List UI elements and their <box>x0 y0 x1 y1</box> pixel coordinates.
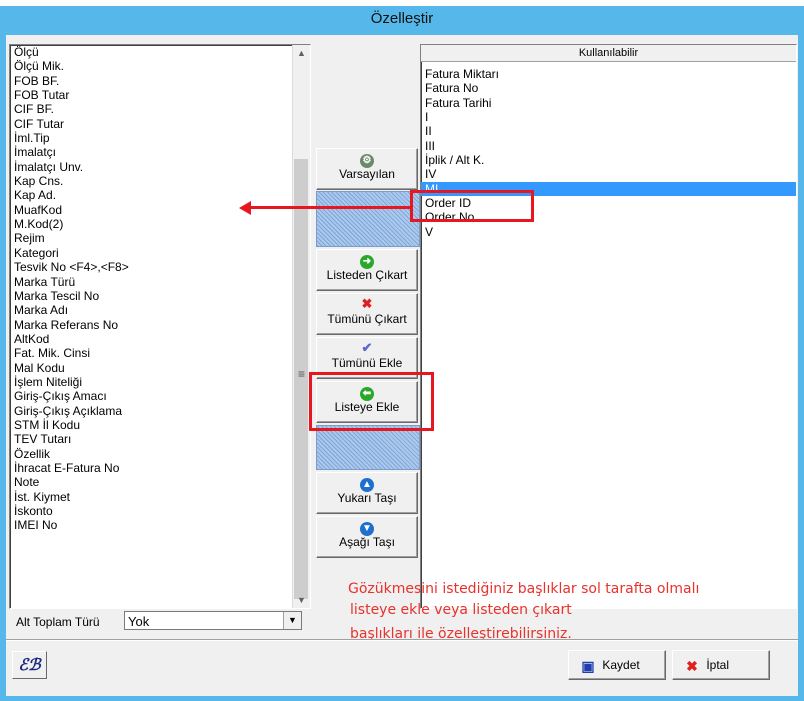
visible-column-item[interactable]: M.Kod(2) <box>10 217 310 231</box>
chevron-down-icon[interactable]: ▼ <box>283 612 301 629</box>
visible-columns-list[interactable]: Ölçü Ölçü Mik. FOB BF. FOB Tutar CIF BF. CIF … <box>9 44 311 609</box>
visible-column-item[interactable]: Rejim <box>10 231 310 245</box>
arrow-left-icon <box>239 201 251 215</box>
window-client: Ölçü Ölçü Mik. FOB BF. FOB Tutar CIF BF. CIF … <box>6 35 798 696</box>
customize-window: Özelleştir Ölçü Ölçü Mik. FOB BF. FOB Tutar… <box>0 6 804 701</box>
available-column-item[interactable]: I <box>421 110 796 124</box>
gear-icon: ⚙ <box>317 149 417 168</box>
visible-column-item[interactable]: Marka Adı <box>10 303 310 317</box>
save-button[interactable]: ▣ Kaydet <box>568 650 666 680</box>
move-up-label: Yukarı Taşı <box>337 491 397 505</box>
scroll-up-icon[interactable]: ▲ <box>293 45 310 61</box>
visible-column-item[interactable]: CIF Tutar <box>10 117 310 131</box>
scroll-grip-icon: ≡ <box>297 367 305 381</box>
remove-from-list-button[interactable]: ➜ Listeden Çıkart <box>316 249 418 291</box>
available-column-item[interactable]: Fatura Tarihi <box>421 96 796 110</box>
visible-column-item[interactable]: Marka Türü <box>10 275 310 289</box>
visible-column-item[interactable]: TEV Tutarı <box>10 432 310 446</box>
window-title: Özelleştir <box>370 10 434 27</box>
dialog-footer: ℰℬ ▣ Kaydet ✖ İptal <box>6 640 798 697</box>
visible-column-item[interactable]: FOB BF. <box>10 74 310 88</box>
visible-column-item[interactable]: İhracat E-Fatura No <box>10 461 310 475</box>
visible-column-item[interactable]: Giriş-Çıkış Açıklama <box>10 404 310 418</box>
eb-logo-icon[interactable]: ℰℬ <box>12 651 47 679</box>
visible-column-item[interactable]: CIF BF. <box>10 102 310 116</box>
save-icon: ▣ <box>581 657 595 674</box>
subtotal-select[interactable]: Yok ▼ <box>124 611 302 630</box>
x-icon: ✖ <box>686 657 698 674</box>
move-down-button[interactable]: ▼ Aşağı Taşı <box>316 516 418 558</box>
available-column-item[interactable]: Fatura No <box>421 81 796 95</box>
visible-column-item[interactable]: İmalatçı Unv. <box>10 160 310 174</box>
left-list-scrollbar[interactable]: ▲ ≡ ▼ <box>292 45 310 608</box>
visible-column-item[interactable]: İskonto <box>10 504 310 518</box>
available-column-item[interactable]: II <box>421 124 796 138</box>
defaults-label: Varsayılan <box>339 167 395 181</box>
visible-column-item[interactable]: Tesvik No <F4>,<F8> <box>10 260 310 274</box>
visible-column-item[interactable]: İmalatçı <box>10 145 310 159</box>
move-down-label: Aşağı Taşı <box>339 535 395 549</box>
available-column-item[interactable]: Fatura Miktarı <box>421 67 796 81</box>
spacer-panel <box>316 425 420 470</box>
arrow-right-icon: ➜ <box>317 250 417 269</box>
visible-column-item[interactable]: İml.Tip <box>10 131 310 145</box>
visible-column-item[interactable]: Kap Cns. <box>10 174 310 188</box>
available-column-item[interactable]: V <box>421 225 796 239</box>
checkmark-icon: ✔ <box>361 340 373 355</box>
subtotal-value: Yok <box>128 614 150 629</box>
move-up-button[interactable]: ▲ Yukarı Taşı <box>316 472 418 514</box>
visible-column-item[interactable]: Marka Referans No <box>10 318 310 332</box>
visible-column-item[interactable]: Note <box>10 475 310 489</box>
visible-column-item[interactable]: Marka Tescil No <box>10 289 310 303</box>
visible-column-item[interactable]: MuafKod <box>10 203 310 217</box>
available-column-item[interactable]: İplik / Alt K. <box>421 153 796 167</box>
visible-column-item[interactable]: İst. Kiymet <box>10 490 310 504</box>
visible-column-item[interactable]: STM İl Kodu <box>10 418 310 432</box>
annotation-arrow-line <box>250 206 410 209</box>
visible-column-item[interactable]: Giriş-Çıkış Amacı <box>10 389 310 403</box>
available-columns-header: Kullanılabilir <box>421 45 796 62</box>
arrow-up-icon: ▲ <box>317 473 417 492</box>
visible-columns-items: Ölçü Ölçü Mik. FOB BF. FOB Tutar CIF BF. CIF … <box>10 45 310 533</box>
visible-column-item[interactable]: IMEI No <box>10 518 310 532</box>
available-column-item[interactable]: IV <box>421 167 796 181</box>
available-columns-list[interactable]: Kullanılabilir Fatura Miktarı Fatura No Fa… <box>420 44 797 609</box>
visible-column-item[interactable]: Ölçü <box>10 45 310 59</box>
remove-from-list-label: Listeden Çıkart <box>326 268 408 282</box>
annotation-line-2: listeye ekle veya listeden çıkart <box>350 602 572 618</box>
remove-all-button[interactable]: ✖ Tümünü Çıkart <box>316 293 418 335</box>
highlight-add-to-list-box <box>309 372 434 431</box>
visible-column-item[interactable]: FOB Tutar <box>10 88 310 102</box>
visible-column-item[interactable]: AltKod <box>10 332 310 346</box>
scroll-down-icon[interactable]: ▼ <box>293 592 310 608</box>
available-column-item[interactable]: III <box>421 139 796 153</box>
visible-column-item[interactable]: Özellik <box>10 447 310 461</box>
add-all-label: Tümünü Ekle <box>331 356 403 370</box>
visible-column-item[interactable]: Kategori <box>10 246 310 260</box>
cancel-button[interactable]: ✖ İptal <box>672 650 770 680</box>
remove-all-label: Tümünü Çıkart <box>327 312 407 326</box>
visible-column-item[interactable]: Ölçü Mik. <box>10 59 310 73</box>
arrow-down-icon: ▼ <box>317 517 417 536</box>
annotation-line-1: Gözükmesini istediğiniz başlıklar sol ta… <box>348 581 700 597</box>
visible-column-item[interactable]: Mal Kodu <box>10 361 310 375</box>
defaults-button[interactable]: ⚙ Varsayılan <box>316 148 418 190</box>
cancel-label: İptal <box>706 658 730 672</box>
save-label: Kaydet <box>602 658 640 672</box>
visible-column-item[interactable]: Fat. Mik. Cinsi <box>10 346 310 360</box>
spacer-panel <box>316 191 420 247</box>
highlight-selected-item-box <box>410 190 534 222</box>
visible-column-item[interactable]: Kap Ad. <box>10 188 310 202</box>
subtotal-label: Alt Toplam Türü <box>16 615 100 629</box>
visible-column-item[interactable]: İşlem Niteliği <box>10 375 310 389</box>
x-icon: ✖ <box>361 296 373 311</box>
action-button-panel: ⚙ Varsayılan ➜ Listeden Çıkart ✖ Tümünü … <box>316 148 420 566</box>
